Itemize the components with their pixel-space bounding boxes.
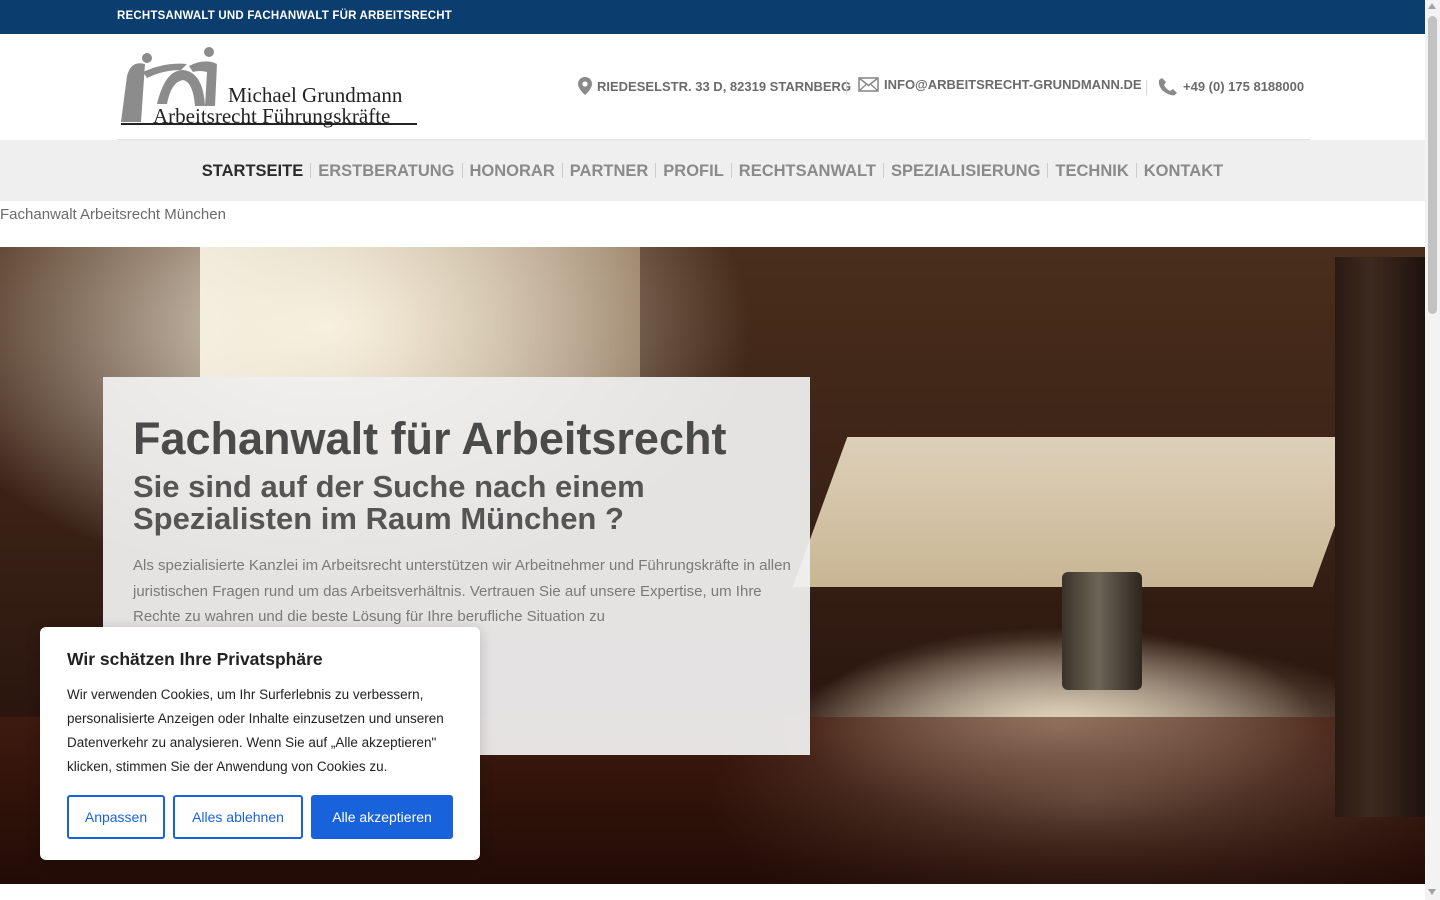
- cookie-accept-button[interactable]: Alle akzeptieren: [311, 795, 453, 839]
- map-pin-icon: [578, 77, 592, 95]
- scrollbar[interactable]: [1425, 0, 1440, 900]
- envelope-icon: [858, 77, 879, 92]
- top-bar: RECHTSANWALT UND FACHANWALT FÜR ARBEITSR…: [0, 0, 1425, 34]
- page: RECHTSANWALT UND FACHANWALT FÜR ARBEITSR…: [0, 0, 1440, 900]
- scroll-down-arrow-icon[interactable]: [1428, 889, 1436, 895]
- nav-item-profil[interactable]: PROFIL: [656, 161, 731, 181]
- nav-item-partner[interactable]: PARTNER: [563, 161, 656, 181]
- cookie-title: Wir schätzen Ihre Privatsphäre: [67, 649, 323, 669]
- phone-icon: [1158, 78, 1177, 96]
- contact-email[interactable]: INFO@ARBEITSRECHT-GRUNDMANN.DE: [858, 77, 1142, 92]
- nav-item-erstberatung[interactable]: ERSTBERATUNG: [311, 161, 461, 181]
- nav-item-kontakt[interactable]: KONTAKT: [1137, 161, 1230, 181]
- contact-address-text: RIEDESELSTR. 33 D, 82319 STARNBERG: [597, 78, 852, 94]
- nav-item-technik[interactable]: TECHNIK: [1048, 161, 1135, 181]
- cookie-reject-button[interactable]: Alles ablehnen: [173, 795, 303, 839]
- main-nav-list: STARTSEITE ERSTBERATUNG HONORAR PARTNER …: [0, 140, 1425, 201]
- hero-image-books: [1335, 257, 1425, 817]
- nav-item-startseite[interactable]: STARTSEITE: [195, 161, 310, 181]
- contact-divider: [846, 80, 847, 95]
- page-subtitle: Fachanwalt Arbeitsrecht München: [0, 206, 226, 223]
- nav-item-spezialisierung[interactable]: SPEZIALISIERUNG: [884, 161, 1047, 181]
- hero-image-window-light: [200, 247, 640, 377]
- scrollbar-thumb[interactable]: [1428, 16, 1437, 314]
- contact-divider: [1146, 80, 1147, 95]
- main-nav: STARTSEITE ERSTBERATUNG HONORAR PARTNER …: [0, 140, 1425, 201]
- cookie-customize-button[interactable]: Anpassen: [67, 795, 165, 839]
- hero-image-papers: [792, 437, 1368, 587]
- hero-subtitle: Sie sind auf der Suche nach einem Spezia…: [133, 469, 645, 536]
- cookie-banner: Wir schätzen Ihre Privatsphäre Wir verwe…: [40, 627, 480, 860]
- hero-image-pen-cup: [1062, 572, 1142, 690]
- nav-item-honorar[interactable]: HONORAR: [463, 161, 562, 181]
- top-bar-text: RECHTSANWALT UND FACHANWALT FÜR ARBEITSR…: [117, 10, 453, 22]
- contact-address[interactable]: RIEDESELSTR. 33 D, 82319 STARNBERG: [578, 77, 851, 95]
- cookie-text: Wir verwenden Cookies, um Ihr Surferlebn…: [67, 687, 444, 774]
- logo-underline: [121, 123, 417, 125]
- contact-phone-text: +49 (0) 175 8188000: [1183, 79, 1305, 94]
- hero-text: Als spezialisierte Kanzlei im Arbeitsrec…: [133, 557, 791, 625]
- logo-tagline: Arbeitsrecht Führungskräfte: [153, 104, 391, 128]
- hero-title: Fachanwalt für Arbeitsrecht: [133, 413, 727, 464]
- logo[interactable]: Michael Grundmann Arbeitsrecht Führungsk…: [117, 46, 427, 130]
- nav-item-rechtsanwalt[interactable]: RECHTSANWALT: [732, 161, 883, 181]
- contact-phone[interactable]: +49 (0) 175 8188000: [1158, 77, 1304, 96]
- contact-email-text: INFO@ARBEITSRECHT-GRUNDMANN.DE: [884, 77, 1142, 92]
- scroll-up-arrow-icon[interactable]: [1428, 3, 1436, 9]
- header: Michael Grundmann Arbeitsrecht Führungsk…: [0, 34, 1425, 140]
